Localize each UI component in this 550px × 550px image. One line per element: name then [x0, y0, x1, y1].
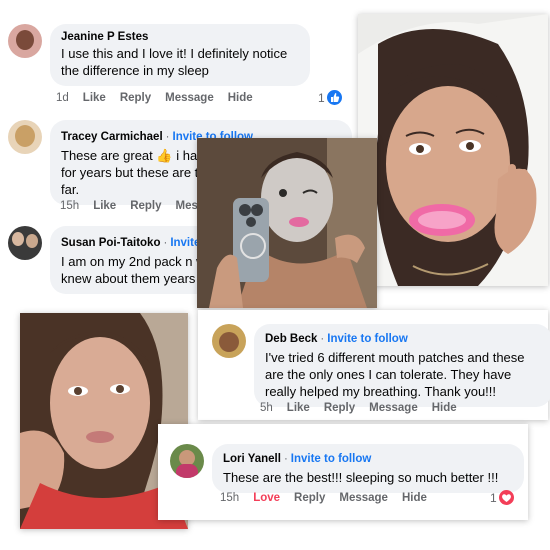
- like-button[interactable]: Like: [287, 402, 310, 414]
- comment-bubble: Jeanine P Estes I use this and I love it…: [50, 24, 310, 86]
- comment-actions: 15h Love Reply Message Hide: [220, 492, 427, 504]
- comment-text-line1: I am on my 2nd pack n wi: [61, 254, 209, 269]
- comment-time[interactable]: 15h: [60, 200, 79, 212]
- reaction-number: 1: [490, 490, 497, 505]
- comment-time[interactable]: 5h: [260, 402, 273, 414]
- reply-button[interactable]: Reply: [294, 492, 325, 504]
- hide-button[interactable]: Hide: [402, 492, 427, 504]
- comment-time[interactable]: 1d: [56, 92, 69, 104]
- message-button[interactable]: Message: [369, 402, 418, 414]
- avatar[interactable]: [170, 444, 204, 478]
- like-button[interactable]: Like: [93, 200, 116, 212]
- commenter-name[interactable]: Jeanine P Estes: [61, 31, 299, 43]
- commenter-name[interactable]: Deb Beck: [265, 333, 317, 345]
- reply-button[interactable]: Reply: [324, 402, 355, 414]
- comment-bubble: Deb Beck · Invite to follow I've tried 6 d…: [254, 324, 550, 407]
- comment-text: I use this and I love it! I definitely n…: [61, 46, 288, 78]
- thumbs-up-emoji-icon: 👍: [156, 148, 173, 163]
- comment-card-deb: Deb Beck · Invite to follow I've tried 6 d…: [198, 310, 550, 420]
- reply-button[interactable]: Reply: [130, 200, 161, 212]
- message-button[interactable]: Message: [339, 492, 388, 504]
- message-button[interactable]: Message: [165, 92, 214, 104]
- comment-time[interactable]: 15h: [220, 492, 239, 504]
- like-icon: [326, 90, 342, 105]
- invite-to-follow-link[interactable]: Invite to follow: [291, 453, 372, 465]
- reply-button[interactable]: Reply: [120, 92, 151, 104]
- comment-text: I've tried 6 different mouth patches and…: [265, 350, 525, 399]
- comment-actions: 1d Like Reply Message Hide: [56, 92, 253, 104]
- comment-text: These are the best!!! sleeping so much b…: [223, 470, 499, 485]
- avatar[interactable]: [8, 120, 42, 154]
- comment-text-line2: for years but these are th: [61, 165, 206, 180]
- mirror-mask-selfie-photo: [197, 138, 377, 308]
- reaction-number: 1: [318, 90, 325, 105]
- commenter-name[interactable]: Susan Poi-Taitoko: [61, 237, 160, 249]
- comment-text-line3: far.: [61, 182, 80, 197]
- avatar[interactable]: [212, 324, 246, 358]
- comment-text-line1: These are great: [61, 148, 153, 163]
- comment-bubble: Lori Yanell · Invite to follow These are t…: [212, 444, 524, 493]
- comment-card-jeanine: Jeanine P Estes I use this and I love it…: [0, 0, 360, 112]
- comment-actions: 5h Like Reply Message Hide: [260, 402, 457, 414]
- commenter-name[interactable]: Lori Yanell: [223, 453, 281, 465]
- comment-actions: 15h Like Reply Messa: [60, 200, 211, 212]
- love-button[interactable]: Love: [253, 492, 280, 504]
- separator-dot: ·: [165, 131, 170, 143]
- invite-to-follow-link[interactable]: Invite to follow: [327, 333, 408, 345]
- selfie-sleep-patch-photo: [358, 14, 548, 286]
- love-icon: [498, 490, 514, 505]
- comment-text-line2: knew about them years a: [61, 271, 207, 286]
- commenter-name[interactable]: Tracey Carmichael: [61, 131, 163, 143]
- hide-button[interactable]: Hide: [228, 92, 253, 104]
- reaction-count[interactable]: 1: [318, 90, 342, 105]
- like-button[interactable]: Like: [83, 92, 106, 104]
- separator-dot: ·: [283, 453, 288, 465]
- separator-dot: ·: [320, 333, 325, 345]
- hide-button[interactable]: Hide: [432, 402, 457, 414]
- avatar[interactable]: [8, 24, 42, 58]
- reaction-count[interactable]: 1: [490, 490, 514, 505]
- separator-dot: ·: [163, 237, 168, 249]
- avatar[interactable]: [8, 226, 42, 260]
- comment-card-lori: Lori Yanell · Invite to follow These are t…: [158, 424, 528, 520]
